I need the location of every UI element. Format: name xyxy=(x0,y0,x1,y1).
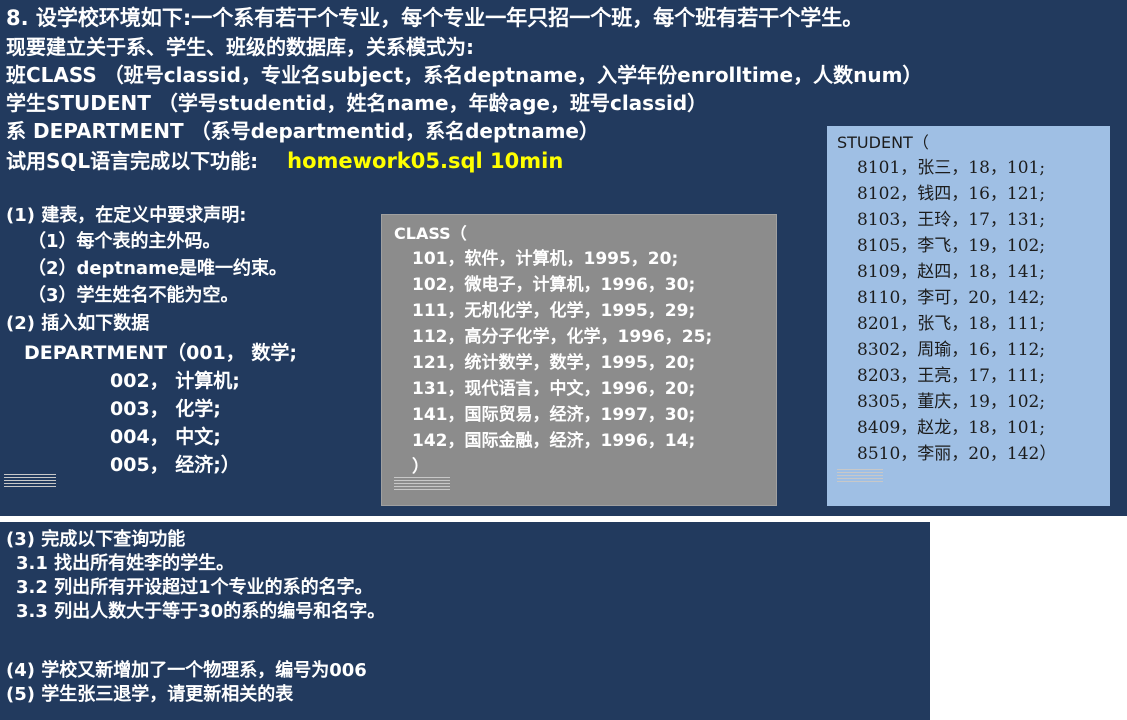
part1-heading: (1) 建表，在定义中要求声明: xyxy=(6,205,247,226)
student-row: 8203，王亮，17，111; xyxy=(857,366,1046,386)
part3-heading: (3) 完成以下查询功能 xyxy=(6,529,186,550)
student-row: 8110，李可，20，142; xyxy=(857,288,1046,308)
part1-item: （1）每个表的主外码。 xyxy=(28,231,221,252)
student-row: 8105，李飞，19，102; xyxy=(857,236,1046,256)
student-row: 8109，赵四，18，141; xyxy=(857,262,1046,282)
dept-line: 005， 经济;） xyxy=(110,454,240,476)
class-row: 131，现代语言，中文，1996，20; xyxy=(412,379,696,399)
decorative-lines xyxy=(4,474,56,488)
student-row: 8305，董庆，19，102; xyxy=(857,392,1046,412)
task-file: homework05.sql 10min xyxy=(287,149,564,173)
dept-line: DEPARTMENT（001， 数学; xyxy=(24,342,297,364)
slide-bottom-section: (3) 完成以下查询功能 3.1 找出所有姓李的学生。 3.2 列出所有开设超过… xyxy=(0,522,930,720)
student-panel-header: STUDENT（ xyxy=(837,133,929,152)
class-data-panel: CLASS（ 101，软件，计算机，1995，20; 102，微电子，计算机，1… xyxy=(381,214,777,506)
class-row: 142，国际金融，经济，1996，14; xyxy=(412,431,696,451)
student-row: 8103，王玲，17，131; xyxy=(857,210,1046,230)
intro-line: 现要建立关于系、学生、班级的数据库，关系模式为: xyxy=(6,35,474,59)
dept-line: 004， 中文; xyxy=(110,426,221,448)
schema-student: 学生STUDENT （学号studentid，姓名name，年龄age，班号cl… xyxy=(6,91,708,115)
student-data-panel: STUDENT（ 8101，张三，18，101; 8102，钱四，16，121;… xyxy=(827,126,1110,506)
part1-item: （2）deptname是唯一约束。 xyxy=(28,258,288,279)
class-row: 112，高分子化学，化学，1996，25; xyxy=(412,327,713,347)
schema-class: 班CLASS （班号classid，专业名subject，系名deptname，… xyxy=(6,63,923,87)
task-prefix: 试用SQL语言完成以下功能: xyxy=(6,149,259,173)
dept-line: 002， 计算机; xyxy=(110,370,240,392)
student-row: 8101，张三，18，101; xyxy=(857,158,1046,178)
decorative-lines xyxy=(394,477,450,491)
decorative-lines xyxy=(837,469,883,483)
student-row: 8510，李丽，20，142） xyxy=(857,444,1057,464)
task-line: 试用SQL语言完成以下功能: homework05.sql 10min xyxy=(6,147,563,175)
class-row: 101，软件，计算机，1995，20; xyxy=(412,249,679,269)
class-row: 141，国际贸易，经济，1997，30; xyxy=(412,405,696,425)
part3-item: 3.2 列出所有开设超过1个专业的系的名字。 xyxy=(16,577,373,598)
dept-line: 003， 化学; xyxy=(110,398,221,420)
part4-text: (4) 学校又新增加了一个物理系，编号为006 xyxy=(6,660,367,681)
part3-item: 3.3 列出人数大于等于30的系的编号和名字。 xyxy=(16,601,386,622)
part3-item: 3.1 找出所有姓李的学生。 xyxy=(16,553,235,574)
student-row: 8302，周瑜，16，112; xyxy=(857,340,1046,360)
student-row: 8102，钱四，16，121; xyxy=(857,184,1046,204)
class-panel-header: CLASS（ xyxy=(394,224,467,243)
class-row: 121，统计数学，数学，1995，20; xyxy=(412,353,696,373)
part1-item: （3）学生姓名不能为空。 xyxy=(28,285,239,306)
class-row: 111，无机化学，化学，1995，29; xyxy=(412,301,696,321)
class-row: 102，微电子，计算机，1996，30; xyxy=(412,275,696,295)
schema-department: 系 DEPARTMENT （系号departmentid，系名deptname） xyxy=(6,119,599,143)
slide-top-section: 8. 设学校环境如下:一个系有若干个专业，每个专业一年只招一个班，每个班有若干个… xyxy=(0,0,1127,516)
student-row: 8409，赵龙，18，101; xyxy=(857,418,1046,438)
part5-text: (5) 学生张三退学，请更新相关的表 xyxy=(6,684,294,705)
problem-title: 8. 设学校环境如下:一个系有若干个专业，每个专业一年只招一个班，每个班有若干个… xyxy=(6,6,864,30)
student-row: 8201，张飞，18，111; xyxy=(857,314,1046,334)
part2-heading: (2) 插入如下数据 xyxy=(6,313,150,334)
